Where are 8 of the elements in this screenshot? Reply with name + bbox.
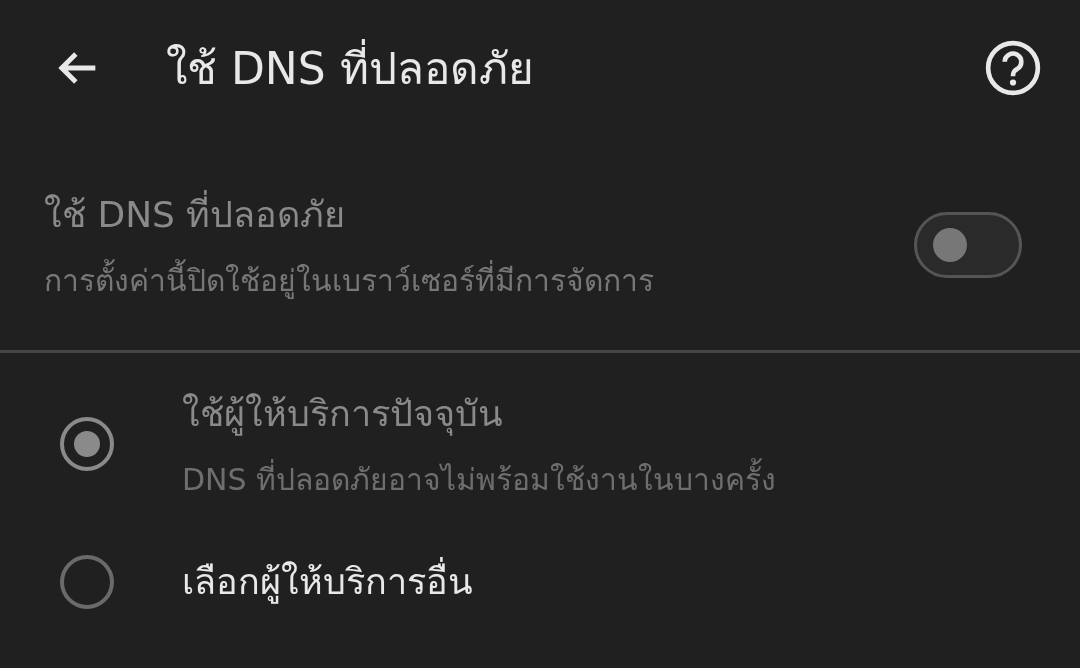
- page-title: ใช้ DNS ที่ปลอดภัย: [166, 33, 984, 103]
- option-title: เลือกผู้ให้บริการอื่น: [182, 553, 1040, 610]
- help-icon[interactable]: [984, 39, 1042, 97]
- option-title: ใช้ผู้ให้บริการปัจจุบัน: [182, 392, 504, 438]
- setting-title: ใช้ DNS ที่ปลอดภัย: [44, 186, 914, 243]
- radio-button[interactable]: [60, 554, 114, 609]
- setting-description: การตั้งค่านี้ปิดใช้อยู่ในเบราว์เซอร์ที่มีการจัดการ: [44, 257, 914, 304]
- option-description: DNS ที่ปลอดภัยอาจไม่พร้อมใช้งานในบางครั้ง: [182, 456, 1040, 503]
